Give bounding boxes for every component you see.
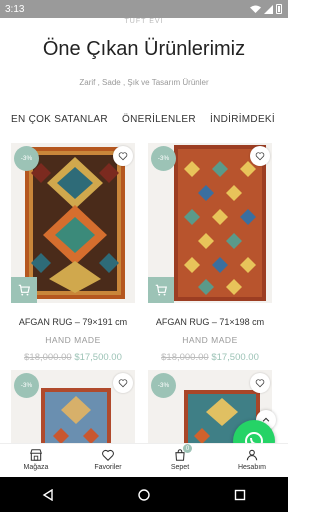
old-price: $18,000.00: [161, 352, 209, 363]
tab-best-sellers[interactable]: EN ÇOK SATANLAR: [11, 114, 108, 125]
wishlist-button[interactable]: [250, 373, 270, 393]
discount-badge: -3%: [151, 373, 176, 398]
tab-recommended[interactable]: ÖNERİLENLER: [122, 114, 196, 125]
add-to-cart-button[interactable]: [148, 277, 174, 303]
user-icon: [246, 449, 258, 461]
discount-badge: -3%: [14, 146, 39, 171]
cart-icon: [18, 284, 30, 296]
heart-icon: [118, 379, 128, 388]
nav-favorites[interactable]: Favoriler: [72, 444, 144, 477]
wishlist-button[interactable]: [250, 146, 270, 166]
signal-icon: [264, 4, 273, 14]
heart-icon: [255, 379, 265, 388]
page-title: Öne Çıkan Ürünlerimiz: [42, 38, 246, 60]
nav-account-label: Hesabım: [237, 464, 266, 471]
old-price: $18,000.00: [24, 352, 72, 363]
wishlist-button[interactable]: [113, 373, 133, 393]
product-name[interactable]: AFGAN RUG – 71×198 cm: [148, 317, 272, 327]
recents-icon[interactable]: [234, 489, 246, 501]
discount-badge: -3%: [14, 373, 39, 398]
product-tabs: EN ÇOK SATANLAR ÖNERİLENLER İNDİRİMDEKİ: [0, 112, 288, 132]
nav-favorites-label: Favoriler: [94, 464, 122, 471]
wifi-icon: [250, 5, 261, 13]
nav-cart[interactable]: 0 Sepet: [144, 444, 216, 477]
tab-discounted[interactable]: İNDİRİMDEKİ: [210, 114, 275, 125]
status-bar: 3:13: [0, 0, 288, 18]
store-icon: [30, 449, 42, 461]
heart-icon: [255, 152, 265, 161]
product-name[interactable]: AFGAN RUG – 79×191 cm: [11, 317, 135, 327]
product-tag: HAND MADE: [182, 335, 238, 345]
heart-icon: [102, 449, 114, 461]
discount-badge: -3%: [151, 146, 176, 171]
status-time: 3:13: [5, 3, 25, 15]
add-to-cart-button[interactable]: [11, 277, 37, 303]
nav-cart-label: Sepet: [170, 464, 190, 471]
sale-price: $17,500.00: [74, 352, 122, 363]
wishlist-button[interactable]: [113, 146, 133, 166]
page-subtitle: Zarif , Sade , Şık ve Tasarım Ürünler: [79, 78, 209, 87]
cart-icon: [155, 284, 167, 296]
system-navigation-bar: [0, 477, 288, 512]
battery-icon: [276, 4, 282, 14]
back-icon[interactable]: [42, 488, 54, 501]
bottom-navigation: Mağaza Favoriler 0 Sepet Hesabım: [0, 443, 288, 477]
product-price: $18,000.00 $17,500.00: [148, 352, 272, 363]
nav-store[interactable]: Mağaza: [0, 444, 72, 477]
home-icon[interactable]: [138, 488, 150, 501]
nav-account[interactable]: Hesabım: [216, 444, 288, 477]
product-image[interactable]: -3%: [148, 143, 272, 303]
sale-price: $17,500.00: [211, 352, 259, 363]
product-image[interactable]: -3%: [11, 143, 135, 303]
product-image[interactable]: -3%: [11, 370, 135, 450]
brand-label: TUFT EVI: [124, 18, 164, 25]
cart-count-badge: 0: [183, 444, 192, 453]
nav-store-label: Mağaza: [23, 464, 49, 471]
product-price: $18,000.00 $17,500.00: [11, 352, 135, 363]
product-tag: HAND MADE: [45, 335, 101, 345]
heart-icon: [118, 152, 128, 161]
status-icons: [250, 4, 282, 14]
